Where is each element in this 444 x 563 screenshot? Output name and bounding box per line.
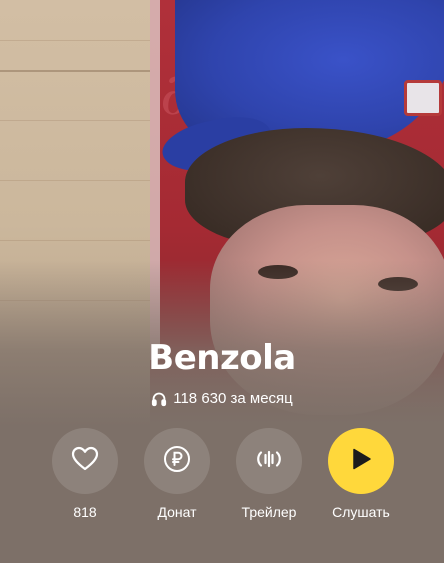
artist-name: Benzola [148,338,296,378]
headphones-icon [151,391,167,407]
trailer-button[interactable]: Трейлер [234,428,304,520]
cap-logo-patch [404,80,442,116]
like-count: 818 [73,504,97,520]
like-button[interactable]: 818 [50,428,120,520]
monthly-listeners-text: 118 630 за месяц [173,390,293,407]
monthly-listeners: 118 630 за месяц [0,390,444,407]
donate-label: Донат [157,504,197,520]
play-label: Слушать [332,504,390,520]
play-button[interactable]: Слушать [326,428,396,520]
ruble-icon [162,444,192,479]
play-icon [350,447,372,476]
trailer-label: Трейлер [241,504,297,520]
artist-actions: 818 Донат Трейлер Слушать [50,428,396,528]
heart-icon [71,446,99,477]
waveform-icon [254,444,284,479]
donate-button[interactable]: Донат [142,428,212,520]
